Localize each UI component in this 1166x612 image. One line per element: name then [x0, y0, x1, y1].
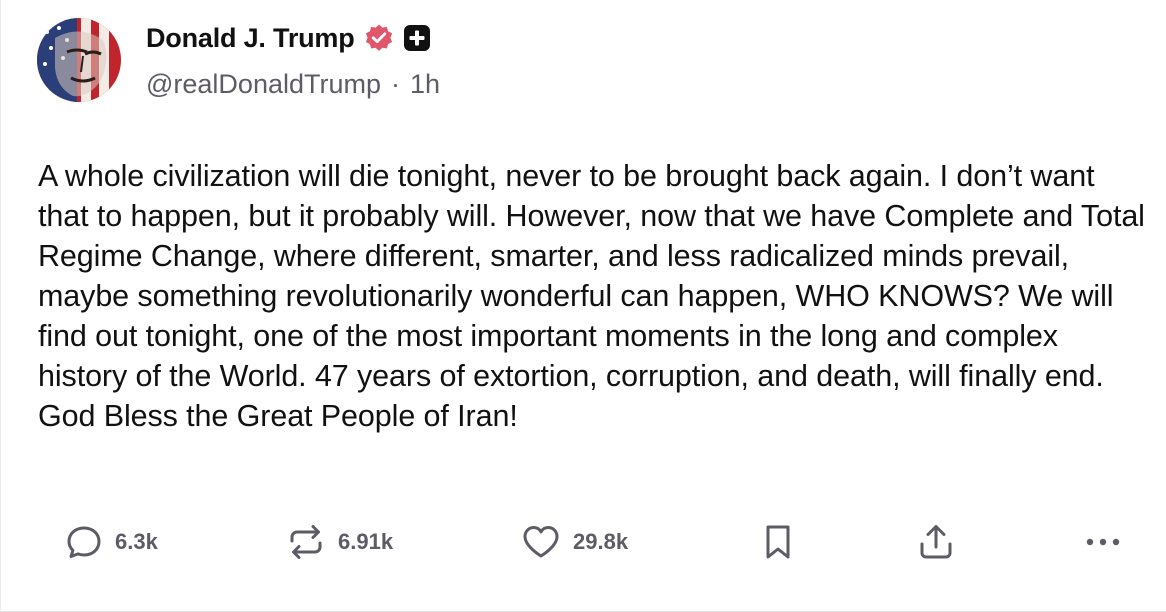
handle-row: @realDonaldTrump · 1h — [146, 66, 440, 102]
repost-icon — [286, 523, 326, 561]
bookmark-button[interactable] — [761, 518, 795, 566]
reply-button[interactable]: 6.3k — [65, 518, 158, 566]
author-name-row: Donald J. Trump — [146, 18, 431, 58]
avatar-image — [37, 18, 121, 102]
like-button[interactable]: 29.8k — [521, 518, 628, 566]
handle[interactable]: @realDonaldTrump — [146, 69, 381, 100]
repost-count: 6.91k — [338, 529, 394, 554]
bookmark-icon — [761, 522, 795, 562]
post-text: A whole civilization will die tonight, n… — [38, 159, 1145, 433]
reply-count: 6.3k — [115, 529, 158, 554]
share-icon — [916, 522, 956, 562]
heart-icon — [521, 523, 561, 561]
reply-icon — [65, 523, 103, 561]
action-bar: 6.3k 6.91k 29.8k — [1, 518, 1166, 566]
display-name[interactable]: Donald J. Trump — [146, 23, 355, 54]
more-icon — [1083, 536, 1123, 548]
separator: · — [391, 68, 400, 99]
avatar[interactable] — [37, 18, 121, 102]
repost-button[interactable]: 6.91k — [286, 518, 393, 566]
verified-badge-icon — [364, 23, 394, 53]
like-count: 29.8k — [573, 529, 629, 554]
share-button[interactable] — [916, 518, 956, 566]
timestamp[interactable]: 1h — [410, 69, 440, 100]
post-card: Donald J. Trump @realDonaldTrump · 1h A … — [0, 0, 1166, 612]
more-options-button[interactable] — [1083, 518, 1123, 566]
plus-badge-icon — [403, 24, 431, 52]
